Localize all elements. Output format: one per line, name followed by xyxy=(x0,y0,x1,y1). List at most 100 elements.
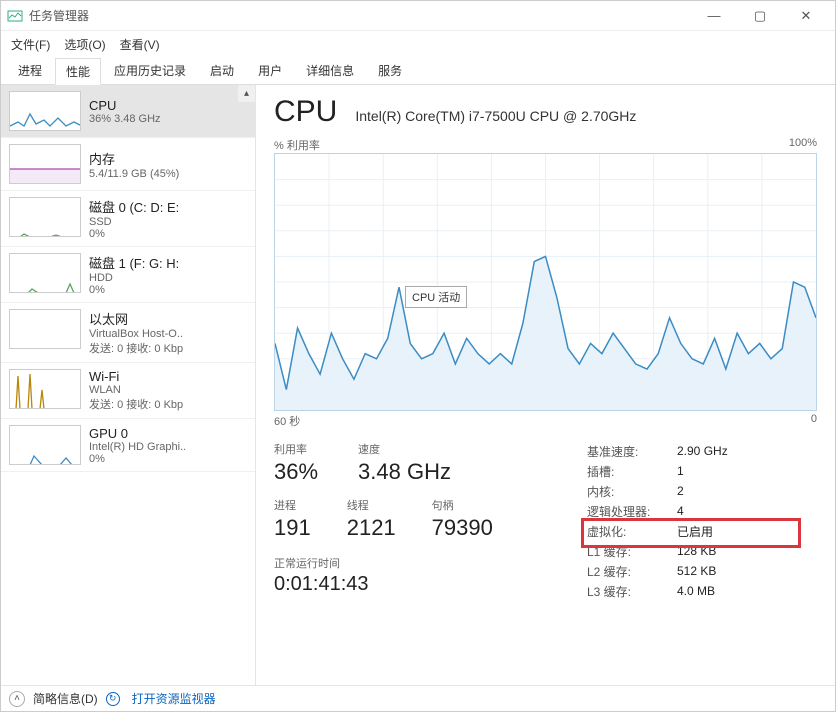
spec-cores-v: 2 xyxy=(677,484,684,498)
speed-value: 3.48 GHz xyxy=(358,459,451,485)
task-manager-icon xyxy=(7,8,23,24)
cpu-heading-row: CPU Intel(R) Core(TM) i7-7500U CPU @ 2.7… xyxy=(274,95,817,129)
fewer-details-icon[interactable]: ˄ xyxy=(9,691,25,707)
maximize-button[interactable]: ▢ xyxy=(737,2,783,30)
spec-cores-k: 内核: xyxy=(587,483,677,500)
memory-thumb-icon xyxy=(9,144,81,184)
proc-label: 进程 xyxy=(274,497,311,513)
stats: 利用率 36% 速度 3.48 GHz 进程 191 线程 2 1 xyxy=(274,441,817,601)
chart-label-top-right: 100% xyxy=(789,137,817,153)
sidebar[interactable]: ▴ CPU 36% 3.48 GHz 内存 5.4/11.9 GB (45%) xyxy=(1,85,256,685)
sidebar-disk1-sub: HDD xyxy=(89,272,179,284)
proc-value: 191 xyxy=(274,515,311,541)
sidebar-item-wifi[interactable]: Wi-Fi WLAN 发送: 0 接收: 0 Kbp xyxy=(1,363,255,419)
sidebar-item-gpu0[interactable]: GPU 0 Intel(R) HD Graphi.. 0% xyxy=(1,419,255,472)
cpu-model: Intel(R) Core(TM) i7-7500U CPU @ 2.70GHz xyxy=(355,108,636,124)
sidebar-cpu-sub: 36% 3.48 GHz xyxy=(89,113,161,125)
open-resource-monitor-link[interactable]: 打开资源监视器 xyxy=(132,690,216,707)
main-panel: CPU Intel(R) Core(TM) i7-7500U CPU @ 2.7… xyxy=(256,85,835,685)
sidebar-disk0-title: 磁盘 0 (C: D: E: xyxy=(89,197,179,216)
tab-processes[interactable]: 进程 xyxy=(7,57,53,84)
util-value: 36% xyxy=(274,459,318,485)
spec-l1-v: 128 KB xyxy=(677,544,716,558)
disk1-thumb-icon xyxy=(9,253,81,293)
chart-tooltip: CPU 活动 xyxy=(405,286,467,308)
disk0-thumb-icon xyxy=(9,197,81,237)
minimize-button[interactable]: — xyxy=(691,2,737,30)
fewer-details-label[interactable]: 简略信息(D) xyxy=(33,690,98,707)
close-button[interactable]: ✕ xyxy=(783,2,829,30)
spec-virt-k: 虚拟化: xyxy=(587,523,677,540)
spec-l3-v: 4.0 MB xyxy=(677,584,715,598)
uptime-label: 正常运行时间 xyxy=(274,555,559,571)
spec-basespeed-k: 基准速度: xyxy=(587,443,677,460)
thread-label: 线程 xyxy=(347,497,396,513)
sidebar-ethernet-sub2: 发送: 0 接收: 0 Kbp xyxy=(89,340,183,356)
spec-sockets-v: 1 xyxy=(677,464,684,478)
uptime-value: 0:01:41:43 xyxy=(274,573,559,596)
thread-value: 2121 xyxy=(347,515,396,541)
scroll-up-button[interactable]: ▴ xyxy=(238,85,255,102)
tab-details[interactable]: 详细信息 xyxy=(295,57,365,84)
sidebar-gpu0-sub2: 0% xyxy=(89,453,186,465)
sidebar-gpu0-title: GPU 0 xyxy=(89,426,186,441)
tab-services[interactable]: 服务 xyxy=(367,57,413,84)
titlebar: 任务管理器 — ▢ ✕ xyxy=(1,1,835,31)
spec-l3-k: L3 缓存: xyxy=(587,583,677,600)
sidebar-gpu0-sub: Intel(R) HD Graphi.. xyxy=(89,441,186,453)
spec-logical-v: 4 xyxy=(677,504,684,518)
sidebar-wifi-sub: WLAN xyxy=(89,384,183,396)
wifi-thumb-icon xyxy=(9,369,81,409)
menu-options[interactable]: 选项(O) xyxy=(64,36,105,53)
tab-users[interactable]: 用户 xyxy=(247,57,293,84)
cpu-heading: CPU xyxy=(274,95,337,129)
sidebar-ethernet-sub: VirtualBox Host-O.. xyxy=(89,328,183,340)
spec-sockets-k: 插槽: xyxy=(587,463,677,480)
spec-virt-v: 已启用 xyxy=(677,523,713,540)
sidebar-cpu-title: CPU xyxy=(89,98,161,113)
tab-startup[interactable]: 启动 xyxy=(199,57,245,84)
chart-label-bottom-right: 0 xyxy=(811,413,817,429)
tabbar: 进程 性能 应用历史记录 启动 用户 详细信息 服务 xyxy=(1,57,835,85)
cpu-chart[interactable]: CPU 活动 xyxy=(274,153,817,411)
sidebar-wifi-title: Wi-Fi xyxy=(89,369,183,384)
sidebar-disk1-sub2: 0% xyxy=(89,284,179,296)
sidebar-disk1-title: 磁盘 1 (F: G: H: xyxy=(89,253,179,272)
sidebar-item-cpu[interactable]: CPU 36% 3.48 GHz xyxy=(1,85,255,138)
menu-view[interactable]: 查看(V) xyxy=(120,36,160,53)
sidebar-disk0-sub: SSD xyxy=(89,216,179,228)
sidebar-item-disk0[interactable]: 磁盘 0 (C: D: E: SSD 0% xyxy=(1,191,255,247)
sidebar-ethernet-title: 以太网 xyxy=(89,309,183,328)
footer: ˄ 简略信息(D) ↻ 打开资源监视器 xyxy=(1,685,835,711)
handle-label: 句柄 xyxy=(432,497,493,513)
chart-label-top-left: % 利用率 xyxy=(274,137,320,153)
tab-performance[interactable]: 性能 xyxy=(55,58,101,85)
resource-monitor-icon[interactable]: ↻ xyxy=(106,692,120,706)
spec-l1-k: L1 缓存: xyxy=(587,543,677,560)
content: ▴ CPU 36% 3.48 GHz 内存 5.4/11.9 GB (45%) xyxy=(1,85,835,685)
sidebar-memory-title: 内存 xyxy=(89,149,179,168)
stats-right: 基准速度:2.90 GHz 插槽:1 内核:2 逻辑处理器:4 虚拟化:已启用 … xyxy=(587,441,817,601)
sidebar-wifi-sub2: 发送: 0 接收: 0 Kbp xyxy=(89,396,183,412)
menubar: 文件(F) 选项(O) 查看(V) xyxy=(1,31,835,57)
sidebar-item-disk1[interactable]: 磁盘 1 (F: G: H: HDD 0% xyxy=(1,247,255,303)
tab-app-history[interactable]: 应用历史记录 xyxy=(103,57,197,84)
chart-label-bottom-left: 60 秒 xyxy=(274,413,300,429)
sidebar-disk0-sub2: 0% xyxy=(89,228,179,240)
util-label: 利用率 xyxy=(274,441,318,457)
spec-l2-k: L2 缓存: xyxy=(587,563,677,580)
cpu-thumb-icon xyxy=(9,91,81,131)
spec-l2-v: 512 KB xyxy=(677,564,716,578)
ethernet-thumb-icon xyxy=(9,309,81,349)
window-title: 任务管理器 xyxy=(29,7,691,24)
window-controls: — ▢ ✕ xyxy=(691,2,829,30)
stats-left: 利用率 36% 速度 3.48 GHz 进程 191 线程 21 xyxy=(274,441,559,601)
sidebar-memory-sub: 5.4/11.9 GB (45%) xyxy=(89,168,179,180)
spec-logical-k: 逻辑处理器: xyxy=(587,503,677,520)
sidebar-item-memory[interactable]: 内存 5.4/11.9 GB (45%) xyxy=(1,138,255,191)
spec-basespeed-v: 2.90 GHz xyxy=(677,444,728,458)
sidebar-item-ethernet[interactable]: 以太网 VirtualBox Host-O.. 发送: 0 接收: 0 Kbp xyxy=(1,303,255,363)
menu-file[interactable]: 文件(F) xyxy=(11,36,50,53)
handle-value: 79390 xyxy=(432,515,493,541)
speed-label: 速度 xyxy=(358,441,451,457)
